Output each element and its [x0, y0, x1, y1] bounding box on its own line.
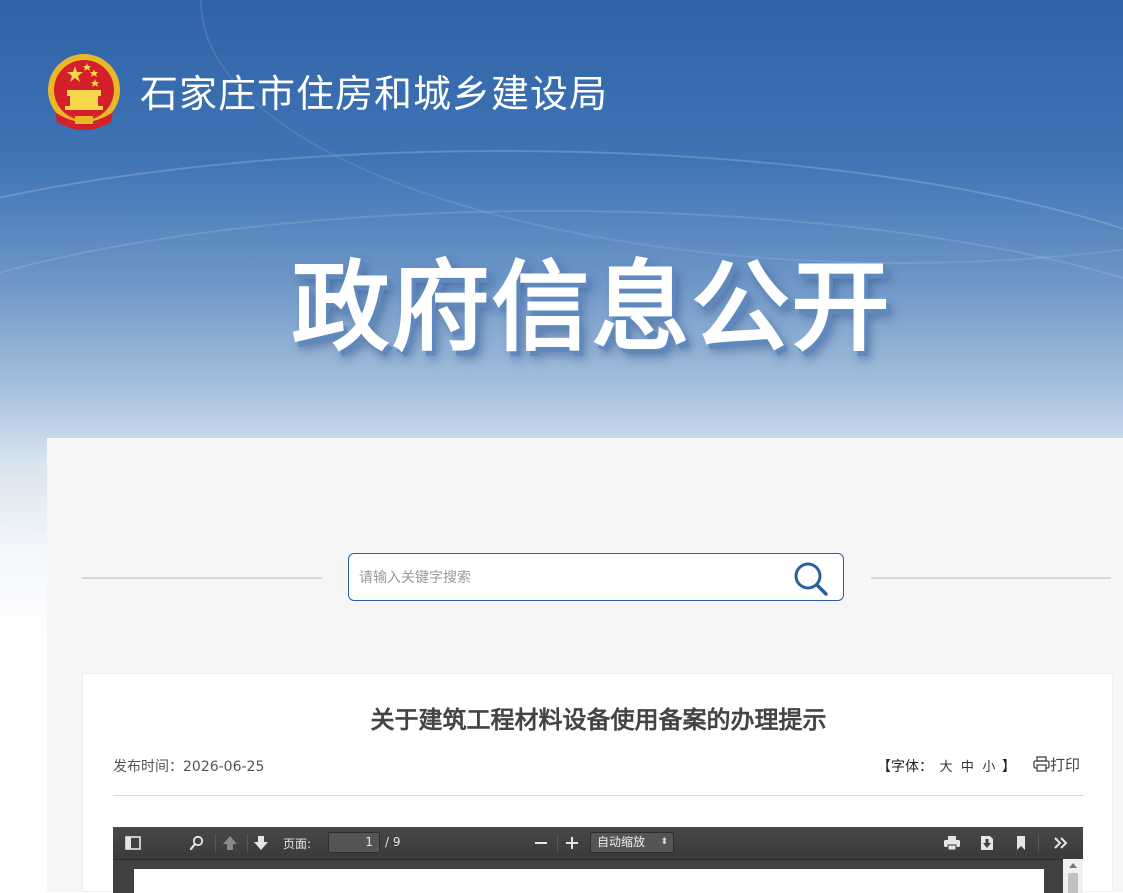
- total-pages: / 9: [385, 835, 401, 849]
- hero-title: 政府信息公开: [291, 251, 892, 365]
- page-number-input[interactable]: 1: [328, 832, 380, 853]
- search-box: [348, 553, 844, 601]
- article-title: 关于建筑工程材料设备使用备案的办理提示: [370, 706, 827, 734]
- scrollbar-thumb[interactable]: [1068, 873, 1078, 893]
- toolbar-separator: [215, 834, 216, 852]
- select-arrows-icon: ⬍: [660, 837, 668, 847]
- tools-chevron-icon[interactable]: [1052, 835, 1070, 851]
- font-size-label: 字体：: [891, 759, 933, 775]
- font-bracket-close: 】: [1001, 759, 1016, 775]
- toolbar-separator: [557, 834, 558, 852]
- national-emblem-icon: [48, 54, 120, 130]
- pdf-viewer: 页面: 1 / 9 自动缩放 ⬍: [113, 827, 1083, 893]
- search-icon[interactable]: [790, 558, 830, 598]
- publish-date-value: 2026-06-25: [183, 759, 265, 775]
- next-page-icon[interactable]: [252, 835, 270, 851]
- print-button[interactable]: 打印: [1033, 754, 1080, 775]
- font-size-controls: 【字体： 大 中 小 】: [877, 756, 1016, 776]
- zoom-value: 自动缩放: [597, 835, 646, 849]
- search-divider-right: [871, 577, 1111, 579]
- page-label: 页面:: [283, 837, 312, 851]
- font-bracket-open: 【: [877, 759, 891, 775]
- find-icon[interactable]: [188, 835, 206, 851]
- pdf-page: [134, 869, 1044, 893]
- search-divider-left: [82, 577, 322, 579]
- article-divider: [113, 795, 1084, 796]
- previous-page-icon[interactable]: [221, 835, 239, 851]
- publish-date-label: 发布时间：: [113, 759, 183, 775]
- zoom-select[interactable]: 自动缩放 ⬍: [590, 832, 674, 853]
- download-icon[interactable]: [978, 835, 996, 851]
- font-size-medium-button[interactable]: 中: [961, 760, 974, 775]
- print-label: 打印: [1050, 756, 1081, 774]
- bookmark-icon[interactable]: [1012, 835, 1030, 851]
- print-document-icon[interactable]: [943, 835, 961, 851]
- font-size-large-button[interactable]: 大: [939, 760, 952, 775]
- search-input[interactable]: [357, 562, 781, 594]
- site-title: 石家庄市住房和城乡建设局: [140, 72, 609, 116]
- toolbar-separator: [247, 834, 248, 852]
- sidebar-toggle-icon[interactable]: [124, 835, 142, 851]
- publish-date: 发布时间：2026-06-25: [113, 756, 264, 776]
- toolbar-separator: [1038, 834, 1039, 852]
- pdf-toolbar: 页面: 1 / 9 自动缩放 ⬍: [113, 827, 1083, 860]
- scroll-up-icon[interactable]: [1069, 863, 1077, 868]
- zoom-out-icon[interactable]: [532, 835, 550, 851]
- zoom-in-icon[interactable]: [563, 835, 581, 851]
- pdf-scrollbar[interactable]: [1063, 859, 1083, 893]
- printer-icon: [1033, 756, 1050, 772]
- font-size-small-button[interactable]: 小: [982, 760, 995, 775]
- article-card: 关于建筑工程材料设备使用备案的办理提示 发布时间：2026-06-25 【字体：…: [82, 673, 1113, 893]
